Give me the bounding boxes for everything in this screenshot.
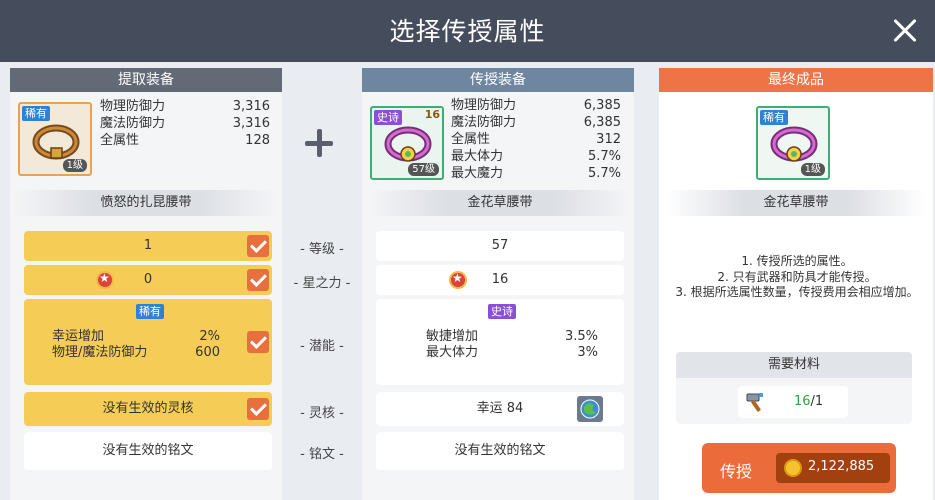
target-inscription-text: 没有生效的铭文 <box>454 443 546 458</box>
stat-row: 最大魔力 5.7% <box>451 166 621 181</box>
core-row-target: 幸运 84 <box>376 392 624 426</box>
window-title: 选择传授属性 <box>389 17 546 46</box>
stat-row: 最大体力 5.7% <box>451 149 621 164</box>
cost-value: 2,122,885 <box>808 459 875 474</box>
core-row-source[interactable]: 没有生效的灵核 <box>24 392 272 426</box>
level-checkbox[interactable] <box>247 235 269 257</box>
potential-row-target: 史诗 敏捷增加 3.5% 最大体力 3% <box>376 299 624 385</box>
label-core: - 灵核 - <box>300 406 344 421</box>
inscription-row-source: 没有生效的铭文 <box>24 432 272 470</box>
potential-line-value: 3.5% <box>564 329 598 344</box>
potential-line-value: 600 <box>195 345 220 360</box>
potential-line-label: 最大体力 <box>426 345 479 360</box>
stat-row: 全属性 312 <box>451 132 621 147</box>
transfer-button-label: 传授 <box>720 462 753 481</box>
belt-icon <box>770 126 818 162</box>
material-item[interactable]: 16/1 <box>738 386 848 418</box>
source-inscription-text: 没有生效的铭文 <box>102 443 194 458</box>
level-row-target: 57 <box>376 231 624 261</box>
source-core-text: 没有生效的灵核 <box>102 401 194 416</box>
potential-rank-tag: 史诗 <box>488 304 516 319</box>
target-item-level: 57级 <box>408 163 439 176</box>
transfer-notes: 1. 传授所选的属性。 2. 只有武器和防具才能传授。 3. 根据所选属性数量，… <box>668 254 926 301</box>
stat-row: 魔法防御力 6,385 <box>451 115 621 130</box>
target-star-value: 16 <box>491 272 509 287</box>
stat-row: 物理防御力 6,385 <box>451 98 621 113</box>
star-count: 16 <box>424 108 440 121</box>
note-line: 1. 传授所选的属性。 <box>741 254 853 268</box>
belt-icon <box>32 124 80 160</box>
source-item-level: 1级 <box>62 159 87 172</box>
result-item-slot: 稀有 1级 <box>756 106 830 180</box>
label-star-force: - 星之力 - <box>293 276 351 291</box>
potential-line-label: 敏捷增加 <box>426 329 479 344</box>
level-row-source[interactable]: 1 <box>24 231 272 261</box>
result-item-level: 1级 <box>800 163 825 176</box>
result-item-name: 金花草腰带 <box>666 190 926 216</box>
potential-row-source[interactable]: 稀有 幸运增加 2% 物理/魔法防御力 600 <box>24 299 272 385</box>
transfer-button[interactable]: 传授 2,122,885 <box>702 443 896 493</box>
stat-row: 全属性 128 <box>100 133 270 148</box>
result-panel-header: 最终成品 <box>659 68 933 92</box>
note-line: 2. 只有武器和防具才能传授。 <box>717 269 877 284</box>
target-level-value: 57 <box>491 238 509 253</box>
potential-line-value: 3% <box>577 345 598 360</box>
potential-line-label: 幸运增加 <box>52 329 105 344</box>
material-count: 16/1 <box>794 394 824 409</box>
plus-icon <box>304 128 334 158</box>
star-row-source[interactable]: 0 <box>24 265 272 295</box>
coin-icon <box>784 459 802 477</box>
materials-box: 需要材料 16/1 <box>676 352 912 424</box>
label-potential: - 潜能 - <box>300 339 344 354</box>
source-item-name: 愤怒的扎昆腰带 <box>14 190 278 216</box>
potential-line-label: 物理/魔法防御力 <box>52 345 148 360</box>
source-stats: 物理防御力 3,316 魔法防御力 3,316 全属性 128 <box>100 98 270 149</box>
star-row-target: 16 <box>376 265 624 295</box>
title-bar: 选择传授属性 <box>0 0 935 62</box>
cost-display: 2,122,885 <box>776 453 890 483</box>
note-line: 3. 根据所选属性数量，传授费用会相应增加。 <box>675 285 919 299</box>
inscription-row-target: 没有生效的铭文 <box>376 432 624 470</box>
belt-icon <box>384 126 432 162</box>
potential-rank-tag: 稀有 <box>136 304 164 319</box>
potential-line-value: 2% <box>199 329 220 344</box>
core-checkbox[interactable] <box>247 398 269 420</box>
target-stats: 物理防御力 6,385 魔法防御力 6,385 全属性 312 最大体力 5.7% 最大… <box>451 97 621 182</box>
core-icon <box>577 396 603 422</box>
close-icon[interactable] <box>887 12 923 48</box>
materials-header: 需要材料 <box>676 352 912 378</box>
source-level-value: 1 <box>143 238 153 253</box>
stat-row: 物理防御力 3,316 <box>100 99 270 114</box>
hammer-icon <box>746 393 763 412</box>
source-item-slot[interactable]: 稀有 1级 <box>18 102 92 176</box>
potential-checkbox[interactable] <box>247 331 269 353</box>
stat-row: 魔法防御力 3,316 <box>100 116 270 131</box>
source-panel-header: 提取装备 <box>10 68 282 92</box>
target-item-slot[interactable]: 史诗 16 57级 <box>370 106 444 180</box>
label-level: - 等级 - <box>300 242 344 257</box>
target-item-name: 金花草腰带 <box>368 190 632 216</box>
star-checkbox[interactable] <box>247 269 269 291</box>
label-inscription: - 铭文 - <box>300 447 344 462</box>
source-star-value: 0 <box>143 272 153 287</box>
target-panel-header: 传授装备 <box>362 68 634 92</box>
